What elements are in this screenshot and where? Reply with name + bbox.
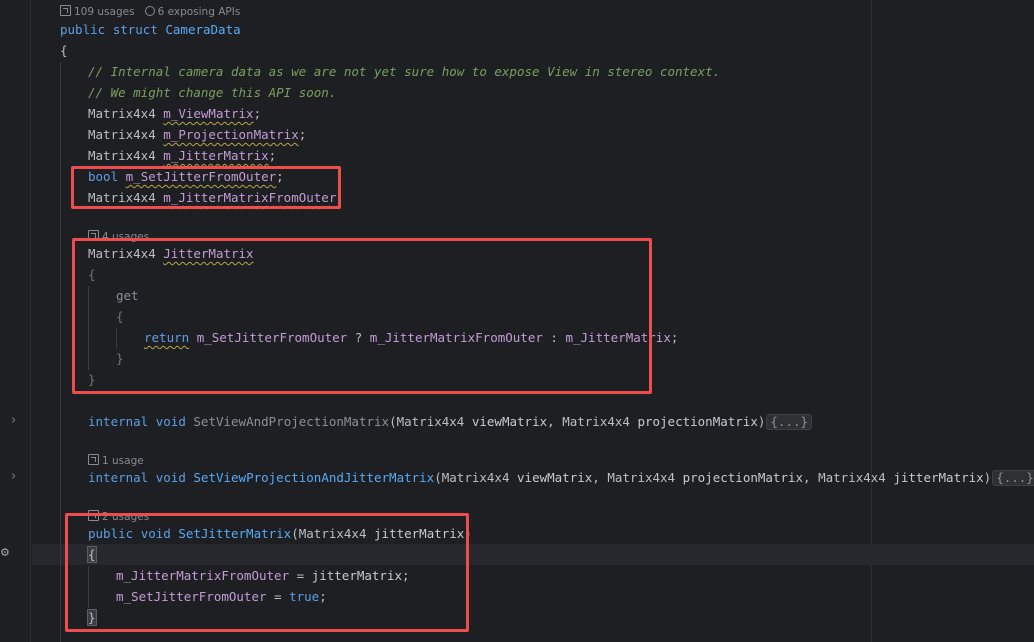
method-set-view-projection-and-jitter: internal void SetViewProjectionAndJitter… (88, 467, 1034, 488)
struct-open-brace: { (60, 43, 68, 58)
field-view-matrix: Matrix4x4 m_ViewMatrix; (88, 106, 262, 121)
field-projection-matrix: Matrix4x4 m_ProjectionMatrix; (88, 127, 307, 142)
gutter-marker-icon[interactable]: ⚙ (0, 547, 10, 558)
expand-chevron-icon[interactable]: › (11, 470, 19, 483)
comment-line: // Internal camera data as we are not ye… (88, 64, 721, 79)
api-icon (144, 6, 155, 16)
method-set-view-and-projection: internal void SetViewAndProjectionMatrix… (88, 411, 813, 432)
field-jitter-matrix: Matrix4x4 m_JitterMatrix; (88, 148, 277, 163)
folded-code-block[interactable]: {...} (992, 470, 1034, 486)
usages-icon (88, 454, 99, 465)
usages-icon (60, 5, 71, 16)
gutter-divider (30, 0, 31, 642)
indent-guide (60, 62, 61, 642)
annotation-box-fields (71, 166, 341, 209)
annotation-box-set-jitter-method (65, 513, 469, 632)
annotation-box-jitter-property (72, 238, 652, 394)
comment-line: // We might change this API soon. (88, 85, 337, 100)
expand-chevron-icon[interactable]: › (11, 414, 19, 427)
struct-declaration: public struct CameraData (60, 22, 241, 37)
usages-hint[interactable]: 109 usages 6 exposing APIs (60, 5, 240, 19)
folded-code-block[interactable]: {...} (766, 414, 813, 430)
usages-hint[interactable]: 1 usage (88, 454, 144, 468)
